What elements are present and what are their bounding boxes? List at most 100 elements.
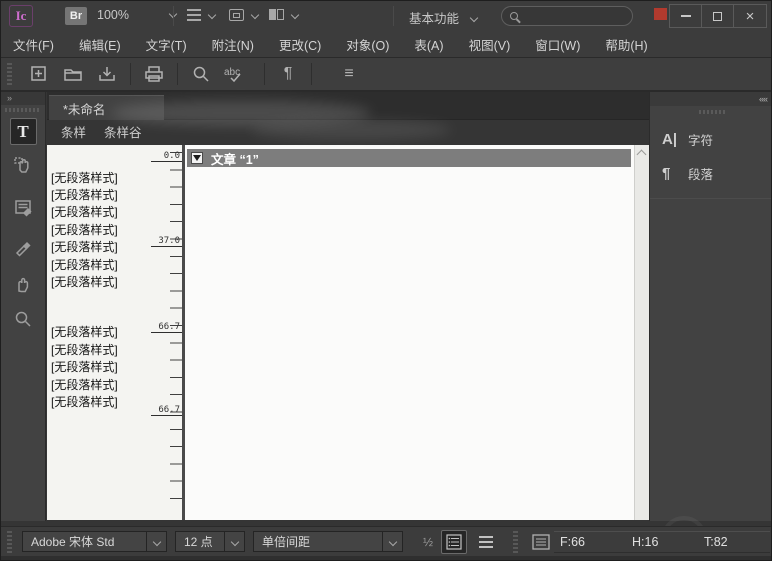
save-button[interactable] [90,61,124,87]
search-box[interactable] [501,6,633,26]
tab-galley-2[interactable]: 条样谷 [104,122,142,141]
open-folder-icon [62,64,84,84]
separator [264,63,265,85]
galley-view: [无段落样式] [无段落样式] [无段落样式] [无段落样式] [无段落样式] … [47,145,649,520]
style-row[interactable]: [无段落样式] [51,238,118,255]
toolbar-grip[interactable] [7,63,12,85]
line-spacing-button[interactable]: ½ [415,530,441,554]
search-button[interactable] [184,61,218,87]
save-icon [97,64,117,84]
style-row[interactable]: [无段落样式] [51,221,118,238]
ruler-label: 66.7 [158,405,180,415]
list-icon [446,534,462,550]
toolbar-menu-button[interactable]: ≡ [332,61,366,87]
style-row[interactable]: [无段落样式] [51,169,118,186]
chevron-down-icon [152,537,160,545]
minimize-icon [681,15,691,17]
font-size-dropdown[interactable]: 12 点 [175,531,245,552]
bridge-button[interactable]: Br [65,7,87,25]
arrange-documents-dropdown[interactable] [269,9,298,20]
menu-help[interactable]: 帮助(H) [605,35,647,54]
style-row[interactable]: [无段落样式] [51,393,118,410]
separator [173,6,174,26]
statusbar-grip[interactable] [513,531,518,553]
tab-galley[interactable]: 条样 [61,122,86,141]
incopy-window: Ic Br 100% 基本功能 [0,0,772,561]
style-row[interactable]: [无段落样式] [51,323,118,340]
menu-object[interactable]: 对象(O) [346,35,389,54]
menu-notes[interactable]: 附注(N) [212,35,254,54]
style-row[interactable]: [无段落样式] [51,273,118,290]
style-row[interactable]: [无段落样式] [51,186,118,203]
story-area[interactable]: 文章 “1” [185,145,634,520]
maximize-button[interactable] [702,5,734,27]
font-family-dropdown[interactable]: Adobe 宋体 Std [22,531,167,552]
note-tool-icon [13,198,33,218]
eyedropper-icon [13,237,33,257]
minimize-button[interactable] [670,5,702,27]
zoom-tool-button[interactable] [10,305,37,332]
story-header[interactable]: 文章 “1” [187,149,631,167]
zoom-level-dropdown[interactable]: 100% [97,8,176,22]
menu-edit[interactable]: 编辑(E) [79,35,121,54]
vertical-scrollbar[interactable] [634,145,649,520]
workspace-switcher[interactable]: 基本功能 [409,8,477,27]
menu-view[interactable]: 视图(V) [469,35,511,54]
print-button[interactable] [137,61,171,87]
spell-check-icon: abc [223,64,253,84]
menu-changes[interactable]: 更改(C) [279,35,321,54]
hand-tool-button[interactable] [10,270,37,297]
show-hidden-characters-button[interactable]: ¶ [271,61,305,87]
position-tool-button[interactable] [10,151,37,178]
dropdown-button[interactable] [146,532,166,551]
style-row[interactable]: [无段落样式] [51,203,118,220]
statusbar-grip[interactable] [7,531,12,553]
stat-field-t: T:82 [698,531,770,553]
note-tool-button[interactable] [10,194,37,221]
style-row[interactable]: [无段落样式] [51,256,118,273]
red-indicator [654,8,667,20]
style-row[interactable]: [无段落样式] [51,358,118,375]
hand-icon [13,274,33,294]
menu-table[interactable]: 表(A) [414,35,443,54]
dropdown-button[interactable] [224,532,244,551]
arrange-documents-icon [269,9,284,20]
eyedropper-tool-button[interactable] [10,233,37,260]
menu-file[interactable]: 文件(F) [13,35,54,54]
leading-dropdown[interactable]: 单倍间距 [253,531,403,552]
document-tab-title: *未命名 [63,99,105,118]
chevron-down-icon [291,10,299,18]
type-tool-button[interactable]: T [10,118,37,145]
zoom-level-value: 100% [97,8,129,22]
tools-panel-grip[interactable] [5,108,41,112]
dock-grip[interactable] [699,110,725,114]
ruler-major-tick: 37.0 [151,246,182,247]
statusbar-menu-button[interactable] [473,530,499,554]
pilcrow-icon: ¶ [284,65,293,83]
collapse-story-button[interactable] [191,152,203,164]
style-row[interactable]: [无段落样式] [51,341,118,358]
view-options-dropdown[interactable] [187,9,215,21]
close-button[interactable]: × [734,5,766,27]
spell-check-button[interactable]: abc [218,61,258,87]
dropdown-button[interactable] [382,532,402,551]
panel-item-character[interactable]: A| 字符 [650,122,772,156]
paragraph-icon: ¶ [662,165,688,182]
scroll-up-icon[interactable] [637,150,647,160]
style-row[interactable]: [无段落样式] [51,376,118,393]
dock-header: «« [650,92,772,106]
chevron-down-icon [230,537,238,545]
screen-mode-dropdown[interactable] [229,9,258,21]
menu-type[interactable]: 文字(T) [146,35,187,54]
panel-item-paragraph[interactable]: ¶ 段落 [650,156,772,190]
open-button[interactable] [56,61,90,87]
menu-window[interactable]: 窗口(W) [535,35,580,54]
tools-panel-expand[interactable]: » [1,92,45,105]
galley-info-button[interactable] [441,530,467,554]
collapse-dock-button[interactable]: «« [759,94,767,104]
position-tool-icon [13,155,33,175]
search-input[interactable] [524,10,624,22]
leading-value: 单倍间距 [254,533,382,550]
copyfit-info-button[interactable] [528,530,554,554]
new-document-button[interactable] [22,61,56,87]
